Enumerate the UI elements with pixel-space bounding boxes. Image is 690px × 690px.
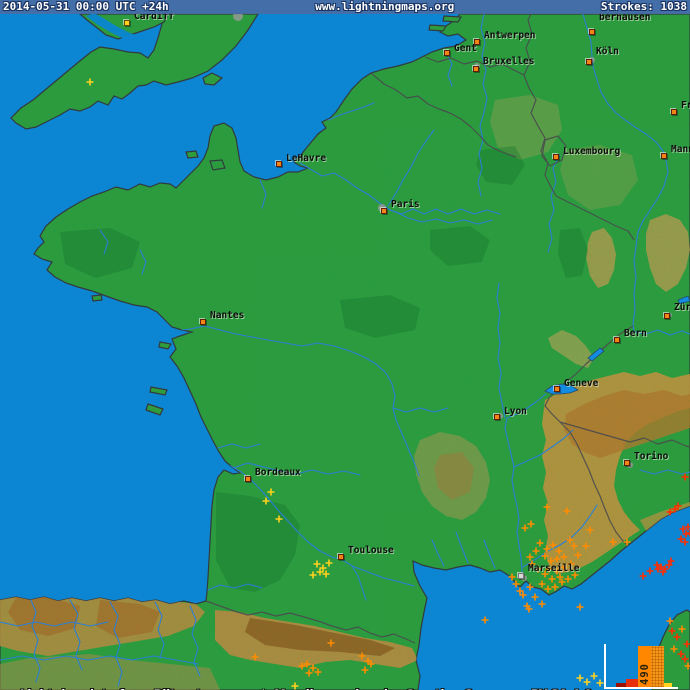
map-canvas[interactable]	[0, 0, 690, 690]
channel-island	[185, 150, 199, 159]
site-link[interactable]: www.lightningmaps.org	[315, 0, 454, 14]
histogram-bar-4	[664, 683, 672, 687]
attribution-bar: Lightning data from Blitzortung.org * Ma…	[4, 673, 592, 690]
histogram-bar-3	[651, 646, 664, 687]
histogram-bars: 490	[616, 646, 672, 687]
histogram-bar-1	[626, 679, 638, 687]
datetime-label: 2014-05-31 00:00 UTC +24h	[3, 0, 169, 13]
top-status-bar: 2014-05-31 00:00 UTC +24h www.lightningm…	[0, 0, 690, 14]
strokes-counter: Strokes: 1038	[600, 0, 687, 13]
histogram-bar-2: 490	[638, 646, 651, 687]
histogram-peak-label: 490	[639, 663, 651, 685]
lightning-map-app: Cardiff berhausen Gent Antwerpen Bruxelles Kö…	[0, 0, 690, 690]
strokes-histogram: 490	[604, 644, 678, 689]
island	[91, 294, 103, 302]
histogram-bar-0	[616, 683, 626, 687]
